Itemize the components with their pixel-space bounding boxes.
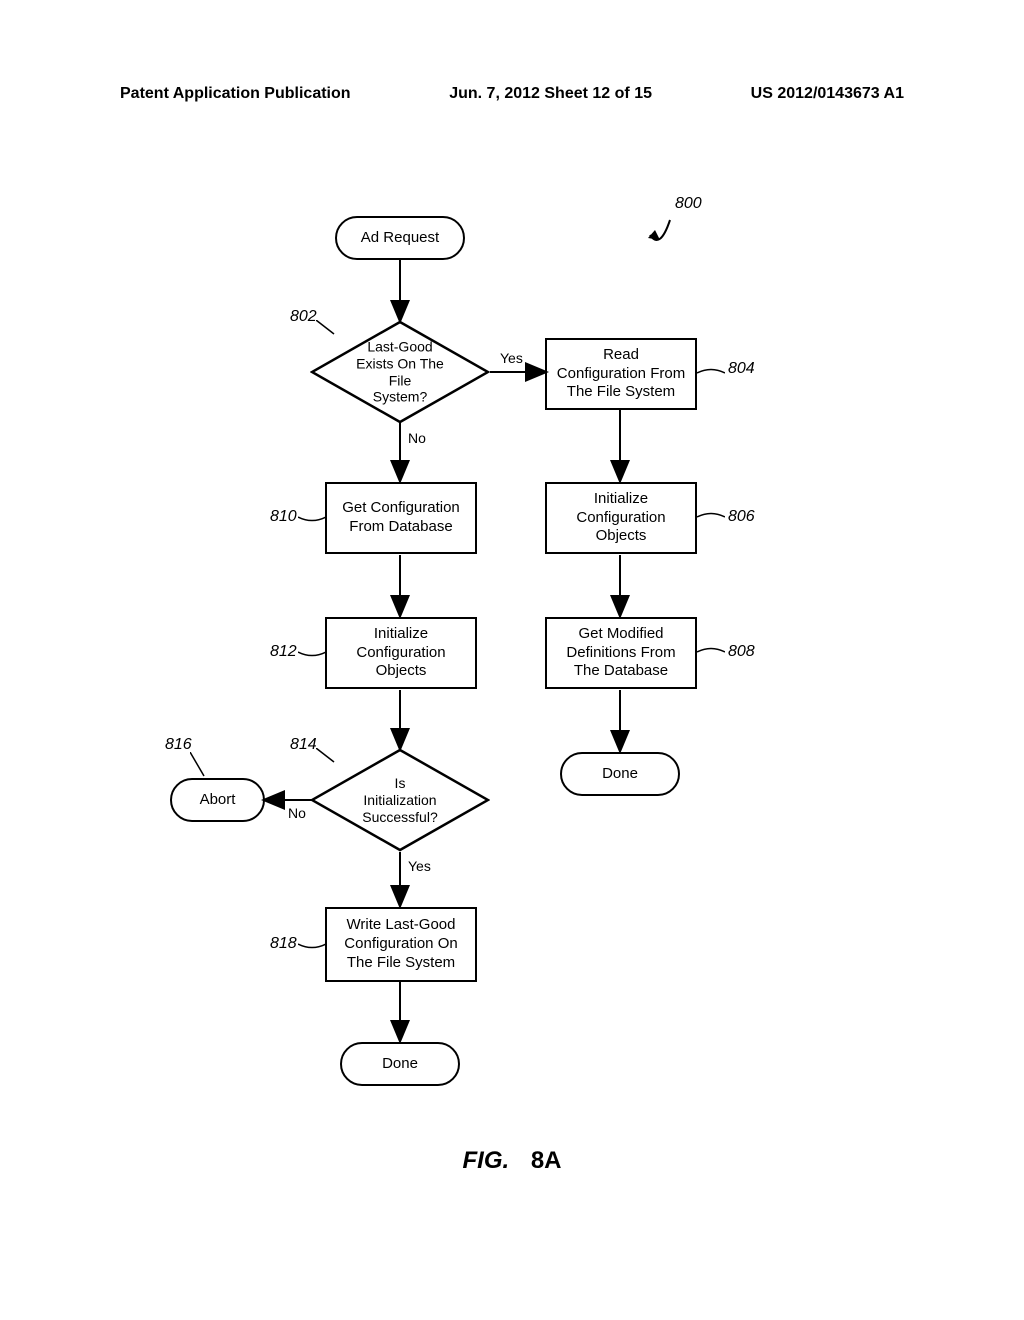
- header-center: Jun. 7, 2012 Sheet 12 of 15: [449, 85, 652, 103]
- header-left: Patent Application Publication: [120, 85, 351, 103]
- callout-806: [697, 512, 725, 522]
- callout-804: [697, 368, 725, 378]
- flowchart-arrows: [170, 200, 870, 1200]
- callout-812: [298, 647, 326, 657]
- callout-818: [298, 939, 326, 949]
- dec814-text: Is Initialization Successful?: [362, 775, 437, 825]
- dec802-text: Last-Good Exists On The File System?: [355, 338, 445, 405]
- callout-814: [316, 748, 336, 764]
- header-right: US 2012/0143673 A1: [751, 85, 904, 103]
- page-header: Patent Application Publication Jun. 7, 2…: [0, 85, 1024, 103]
- callout-802: [316, 320, 336, 336]
- callout-816: [190, 752, 210, 778]
- callout-808: [697, 647, 725, 657]
- callout-810: [298, 512, 326, 522]
- flowchart-diagram: Ad Request 800 Last-Good Exists On The F…: [170, 200, 870, 1200]
